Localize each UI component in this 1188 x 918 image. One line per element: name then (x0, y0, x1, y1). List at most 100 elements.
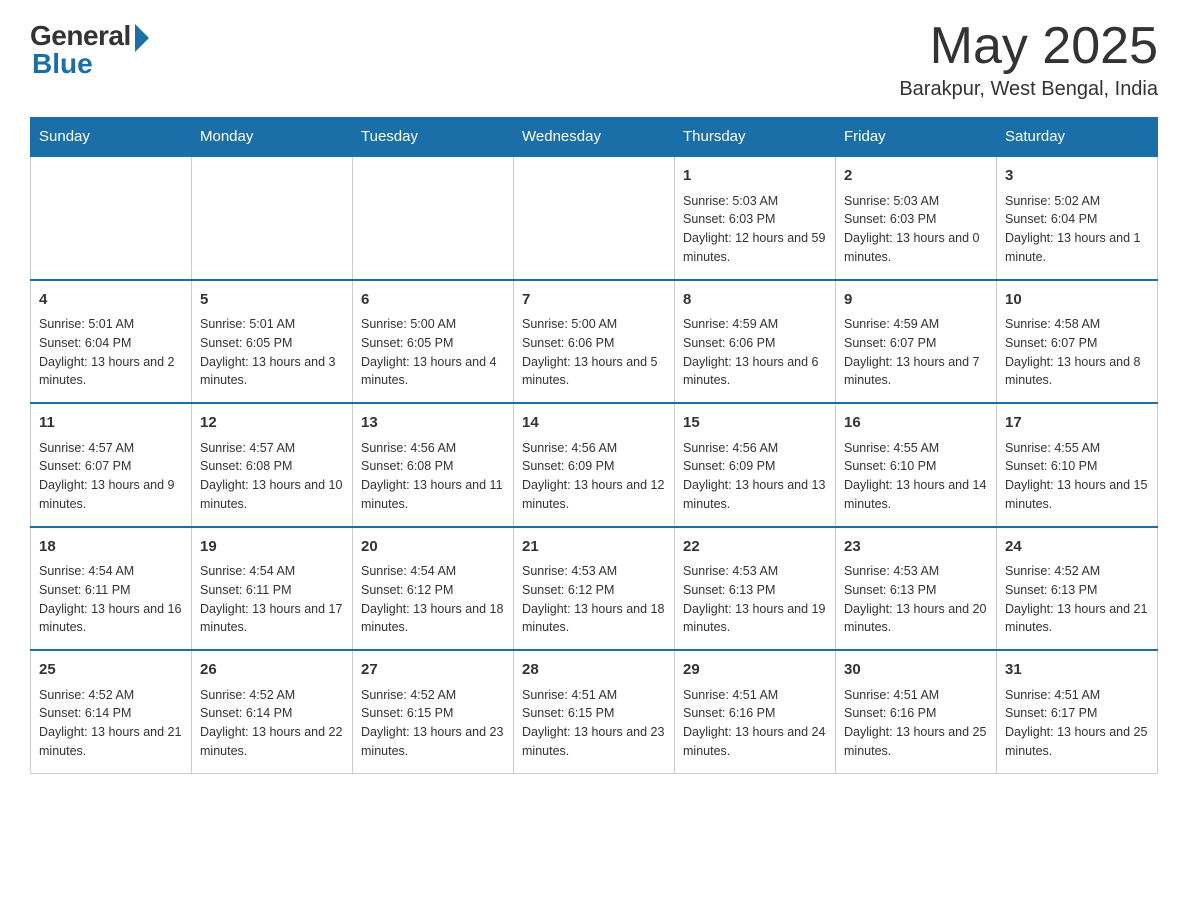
sunrise-text: Sunrise: 4:55 AM (1005, 441, 1100, 455)
sunset-text: Sunset: 6:03 PM (844, 212, 936, 226)
sunset-text: Sunset: 6:15 PM (522, 706, 614, 720)
calendar-week-row: 1Sunrise: 5:03 AMSunset: 6:03 PMDaylight… (31, 156, 1158, 280)
calendar-cell: 23Sunrise: 4:53 AMSunset: 6:13 PMDayligh… (836, 527, 997, 651)
calendar-cell: 10Sunrise: 4:58 AMSunset: 6:07 PMDayligh… (997, 280, 1158, 404)
sunrise-text: Sunrise: 4:57 AM (200, 441, 295, 455)
calendar-cell: 3Sunrise: 5:02 AMSunset: 6:04 PMDaylight… (997, 156, 1158, 280)
sunrise-text: Sunrise: 4:53 AM (522, 564, 617, 578)
calendar-cell (192, 156, 353, 280)
day-number: 24 (1005, 536, 1149, 559)
day-number: 27 (361, 659, 505, 682)
daylight-text: Daylight: 13 hours and 7 minutes. (844, 355, 980, 388)
title-block: May 2025 Barakpur, West Bengal, India (899, 20, 1158, 101)
calendar-cell: 1Sunrise: 5:03 AMSunset: 6:03 PMDaylight… (675, 156, 836, 280)
sunset-text: Sunset: 6:06 PM (522, 336, 614, 350)
sunrise-text: Sunrise: 5:03 AM (844, 194, 939, 208)
header-wednesday: Wednesday (514, 118, 675, 157)
daylight-text: Daylight: 13 hours and 22 minutes. (200, 725, 342, 758)
header-tuesday: Tuesday (353, 118, 514, 157)
sunrise-text: Sunrise: 4:58 AM (1005, 317, 1100, 331)
day-number: 17 (1005, 412, 1149, 435)
sunrise-text: Sunrise: 4:51 AM (1005, 688, 1100, 702)
daylight-text: Daylight: 13 hours and 14 minutes. (844, 478, 986, 511)
header-monday: Monday (192, 118, 353, 157)
sunrise-text: Sunrise: 4:51 AM (683, 688, 778, 702)
calendar-cell: 29Sunrise: 4:51 AMSunset: 6:16 PMDayligh… (675, 650, 836, 773)
sunset-text: Sunset: 6:11 PM (39, 583, 131, 597)
logo-blue-text: Blue (32, 48, 93, 80)
sunrise-text: Sunrise: 5:01 AM (39, 317, 134, 331)
calendar-cell: 13Sunrise: 4:56 AMSunset: 6:08 PMDayligh… (353, 403, 514, 527)
sunset-text: Sunset: 6:08 PM (361, 459, 453, 473)
daylight-text: Daylight: 13 hours and 24 minutes. (683, 725, 825, 758)
sunset-text: Sunset: 6:14 PM (200, 706, 292, 720)
sunrise-text: Sunrise: 5:02 AM (1005, 194, 1100, 208)
sunset-text: Sunset: 6:07 PM (1005, 336, 1097, 350)
day-number: 16 (844, 412, 988, 435)
daylight-text: Daylight: 13 hours and 3 minutes. (200, 355, 336, 388)
daylight-text: Daylight: 13 hours and 20 minutes. (844, 602, 986, 635)
day-number: 11 (39, 412, 183, 435)
sunset-text: Sunset: 6:10 PM (1005, 459, 1097, 473)
daylight-text: Daylight: 13 hours and 25 minutes. (1005, 725, 1147, 758)
calendar-cell (353, 156, 514, 280)
sunset-text: Sunset: 6:03 PM (683, 212, 775, 226)
sunrise-text: Sunrise: 4:54 AM (361, 564, 456, 578)
sunrise-text: Sunrise: 4:57 AM (39, 441, 134, 455)
day-number: 31 (1005, 659, 1149, 682)
sunset-text: Sunset: 6:10 PM (844, 459, 936, 473)
calendar-cell: 7Sunrise: 5:00 AMSunset: 6:06 PMDaylight… (514, 280, 675, 404)
sunset-text: Sunset: 6:13 PM (683, 583, 775, 597)
page-header: General Blue May 2025 Barakpur, West Ben… (30, 20, 1158, 101)
daylight-text: Daylight: 13 hours and 5 minutes. (522, 355, 658, 388)
sunset-text: Sunset: 6:13 PM (1005, 583, 1097, 597)
day-number: 14 (522, 412, 666, 435)
calendar-cell: 28Sunrise: 4:51 AMSunset: 6:15 PMDayligh… (514, 650, 675, 773)
day-number: 26 (200, 659, 344, 682)
calendar-cell: 21Sunrise: 4:53 AMSunset: 6:12 PMDayligh… (514, 527, 675, 651)
day-number: 3 (1005, 165, 1149, 188)
day-number: 28 (522, 659, 666, 682)
sunrise-text: Sunrise: 4:54 AM (200, 564, 295, 578)
daylight-text: Daylight: 13 hours and 25 minutes. (844, 725, 986, 758)
calendar-cell: 9Sunrise: 4:59 AMSunset: 6:07 PMDaylight… (836, 280, 997, 404)
calendar-cell: 16 Sunrise: 4:55 AM Sunset: 6:10 PM Dayligh… (836, 403, 997, 527)
sunrise-text: Sunrise: 4:55 AM (844, 441, 939, 455)
sunset-text: Sunset: 6:05 PM (361, 336, 453, 350)
sunset-text: Sunset: 6:06 PM (683, 336, 775, 350)
calendar-cell: 26Sunrise: 4:52 AMSunset: 6:14 PMDayligh… (192, 650, 353, 773)
sunset-text: Sunset: 6:12 PM (361, 583, 453, 597)
daylight-text: Daylight: 13 hours and 16 minutes. (39, 602, 181, 635)
sunset-text: Sunset: 6:07 PM (39, 459, 131, 473)
sunrise-text: Sunrise: 4:52 AM (39, 688, 134, 702)
calendar-cell: 22Sunrise: 4:53 AMSunset: 6:13 PMDayligh… (675, 527, 836, 651)
calendar-cell: 6Sunrise: 5:00 AMSunset: 6:05 PMDaylight… (353, 280, 514, 404)
day-number: 20 (361, 536, 505, 559)
daylight-text: Daylight: 13 hours and 6 minutes. (683, 355, 819, 388)
sunset-text: Sunset: 6:08 PM (200, 459, 292, 473)
sunset-text: Sunset: 6:16 PM (683, 706, 775, 720)
sunrise-text: Sunrise: 4:52 AM (361, 688, 456, 702)
calendar-cell: 30Sunrise: 4:51 AMSunset: 6:16 PMDayligh… (836, 650, 997, 773)
sunrise-text: Sunrise: 5:00 AM (522, 317, 617, 331)
calendar-cell: 17Sunrise: 4:55 AMSunset: 6:10 PMDayligh… (997, 403, 1158, 527)
location: Barakpur, West Bengal, India (899, 78, 1158, 101)
calendar-header: Sunday Monday Tuesday Wednesday Thursday… (31, 118, 1158, 157)
calendar-week-row: 18Sunrise: 4:54 AMSunset: 6:11 PMDayligh… (31, 527, 1158, 651)
daylight-text: Daylight: 13 hours and 23 minutes. (361, 725, 503, 758)
calendar-cell: 18Sunrise: 4:54 AMSunset: 6:11 PMDayligh… (31, 527, 192, 651)
day-number: 22 (683, 536, 827, 559)
sunset-text: Sunset: 6:17 PM (1005, 706, 1097, 720)
calendar-cell: 11Sunrise: 4:57 AMSunset: 6:07 PMDayligh… (31, 403, 192, 527)
day-number: 12 (200, 412, 344, 435)
daylight-text: Daylight: 13 hours and 13 minutes. (683, 478, 825, 511)
day-number: 5 (200, 289, 344, 312)
calendar-cell: 27Sunrise: 4:52 AMSunset: 6:15 PMDayligh… (353, 650, 514, 773)
sunset-text: Sunset: 6:13 PM (844, 583, 936, 597)
calendar-cell: 15Sunrise: 4:56 AMSunset: 6:09 PMDayligh… (675, 403, 836, 527)
calendar-body: 1 Sunrise: 5:03 AM Sunset: 6:03 PM Daylight… (31, 156, 1158, 773)
sunset-text: Sunset: 6:05 PM (200, 336, 292, 350)
header-friday: Friday (836, 118, 997, 157)
calendar-week-row: 11 Sunrise: 4:57 AM Sunset: 6:07 PM Dayligh… (31, 403, 1158, 527)
day-number: 1 (683, 165, 827, 188)
